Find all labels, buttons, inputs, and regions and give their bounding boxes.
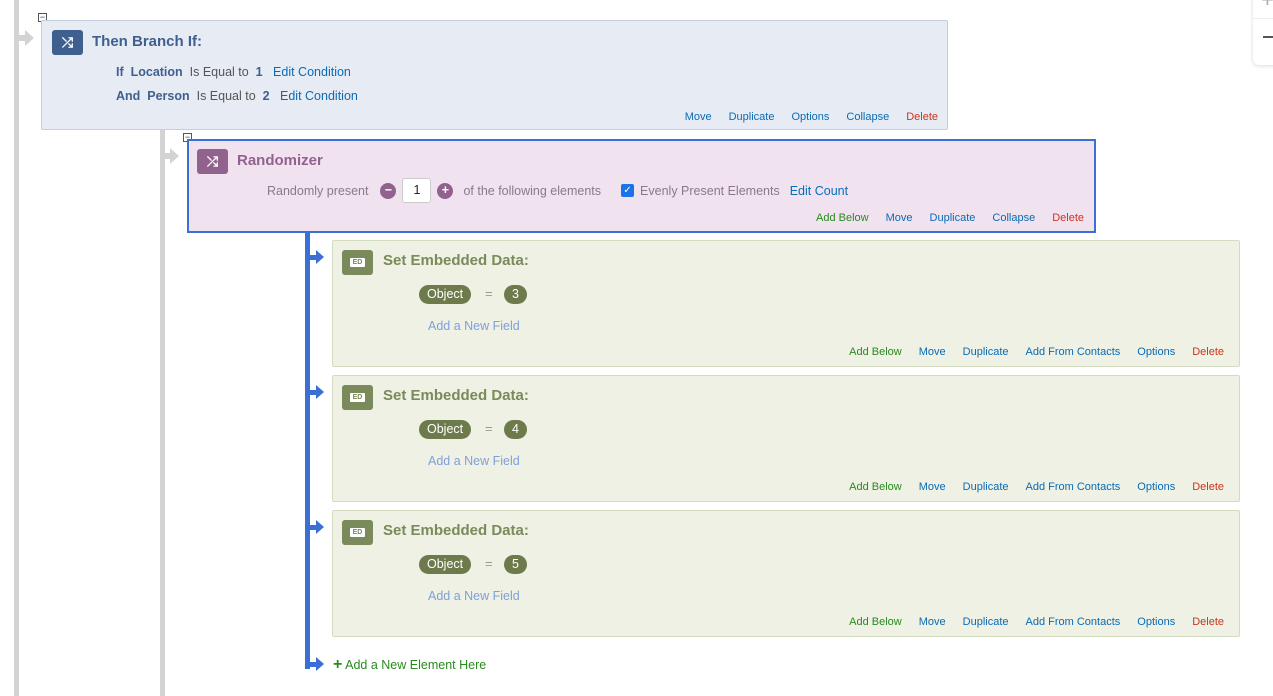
evenly-label: Evenly Present Elements <box>640 183 780 198</box>
field-value-pill[interactable]: 5 <box>504 555 527 574</box>
delete-button[interactable]: Delete <box>1192 481 1224 493</box>
condition-op: Is Equal to <box>189 65 249 79</box>
edit-condition-link[interactable]: Edit Condition <box>273 65 351 79</box>
branch-title: Then Branch If: <box>92 33 203 50</box>
embedded-data-title: Set Embedded Data: <box>383 522 529 539</box>
field-name-pill[interactable]: Object <box>419 555 472 574</box>
add-from-contacts-button[interactable]: Add From Contacts <box>1026 616 1121 628</box>
duplicate-button[interactable]: Duplicate <box>930 212 976 224</box>
randomizer-settings: Randomly present − 1 + of the following … <box>267 178 848 203</box>
duplicate-button[interactable]: Duplicate <box>963 481 1009 493</box>
delete-button[interactable]: Delete <box>1192 346 1224 358</box>
collapse-button[interactable]: Collapse <box>992 212 1035 224</box>
embedded-data-title: Set Embedded Data: <box>383 252 529 269</box>
randomizer-block: ⤮ Randomizer Randomly present − 1 + of t… <box>187 139 1096 233</box>
zoom-divider <box>1253 18 1273 19</box>
condition-conj: If <box>116 65 124 79</box>
add-new-element-button[interactable]: + Add a New Element Here <box>333 656 486 674</box>
condition-row: And Person Is Equal to 2 Edit Condition <box>116 89 358 103</box>
randomizer-title: Randomizer <box>237 152 323 169</box>
equals-sign: = <box>485 556 493 571</box>
add-new-field-link[interactable]: Add a New Field <box>428 319 520 333</box>
field-name-pill[interactable]: Object <box>419 420 472 439</box>
branch-block: ⤮ Then Branch If: If Location Is Equal t… <box>41 20 948 130</box>
add-below-button[interactable]: Add Below <box>849 481 902 493</box>
add-below-button[interactable]: Add Below <box>849 346 902 358</box>
add-below-button[interactable]: Add Below <box>816 212 869 224</box>
add-below-button[interactable]: Add Below <box>849 616 902 628</box>
field-name-pill[interactable]: Object <box>419 285 472 304</box>
decrement-icon[interactable]: − <box>380 182 397 199</box>
delete-button[interactable]: Delete <box>1192 616 1224 628</box>
field-value-pill[interactable]: 3 <box>504 285 527 304</box>
branch-flow-arrow-icon <box>170 148 179 164</box>
field-value-pill[interactable]: 4 <box>504 420 527 439</box>
zoom-controls: + <box>1253 0 1273 65</box>
add-new-field-link[interactable]: Add a New Field <box>428 589 520 603</box>
flow-arrow-icon <box>316 250 324 264</box>
increment-icon[interactable]: + <box>437 182 454 199</box>
embedded-data-icon: ED <box>342 520 373 545</box>
duplicate-button[interactable]: Duplicate <box>963 346 1009 358</box>
equals-sign: = <box>485 286 493 301</box>
condition-row: If Location Is Equal to 1 Edit Condition <box>116 65 351 79</box>
randomizer-shuffle-icon: ⤮ <box>197 149 228 174</box>
flow-arrow-icon <box>316 520 324 534</box>
move-button[interactable]: Move <box>685 111 712 123</box>
options-button[interactable]: Options <box>1137 616 1175 628</box>
edit-condition-link[interactable]: Edit Condition <box>280 89 358 103</box>
add-new-field-link[interactable]: Add a New Field <box>428 454 520 468</box>
flow-arrow-icon <box>316 385 324 399</box>
condition-op: Is Equal to <box>196 89 256 103</box>
condition-conj: And <box>116 89 141 103</box>
embedded-data-actions: Add Below Move Duplicate Add From Contac… <box>849 616 1224 628</box>
move-button[interactable]: Move <box>919 481 946 493</box>
embedded-data-title: Set Embedded Data: <box>383 387 529 404</box>
embedded-data-icon: ED <box>342 385 373 410</box>
delete-button[interactable]: Delete <box>1052 212 1084 224</box>
add-from-contacts-button[interactable]: Add From Contacts <box>1026 481 1121 493</box>
collapse-button[interactable]: Collapse <box>846 111 889 123</box>
following-elements-label: of the following elements <box>463 183 602 198</box>
delete-button[interactable]: Delete <box>906 111 938 123</box>
edit-count-link[interactable]: Edit Count <box>790 184 848 198</box>
randomizer-actions: Add Below Move Duplicate Collapse Delete <box>816 212 1084 224</box>
embedded-data-block: ED Set Embedded Data: Object = 5 Add a N… <box>332 510 1240 637</box>
duplicate-button[interactable]: Duplicate <box>963 616 1009 628</box>
plus-icon: + <box>333 656 343 673</box>
count-input[interactable]: 1 <box>402 178 432 203</box>
condition-field: Person <box>147 89 190 103</box>
condition-field: Location <box>130 65 183 79</box>
embedded-data-block: ED Set Embedded Data: Object = 4 Add a N… <box>332 375 1240 502</box>
branch-flow-line <box>160 130 165 696</box>
flow-line <box>14 0 19 696</box>
add-new-element-label: Add a New Element Here <box>345 658 487 672</box>
add-from-contacts-button[interactable]: Add From Contacts <box>1026 346 1121 358</box>
options-button[interactable]: Options <box>1137 481 1175 493</box>
condition-value: 2 <box>262 89 270 103</box>
move-button[interactable]: Move <box>886 212 913 224</box>
embedded-data-block: ED Set Embedded Data: Object = 3 Add a N… <box>332 240 1240 367</box>
zoom-in-icon[interactable]: + <box>1261 0 1273 11</box>
evenly-checkbox[interactable]: ✓ <box>621 184 635 197</box>
randomly-present-label: Randomly present <box>267 183 369 198</box>
flow-arrow-icon <box>25 30 34 46</box>
options-button[interactable]: Options <box>1137 346 1175 358</box>
branch-shuffle-icon: ⤮ <box>52 30 83 55</box>
zoom-out-icon[interactable] <box>1263 36 1273 38</box>
equals-sign: = <box>485 421 493 436</box>
embedded-data-actions: Add Below Move Duplicate Add From Contac… <box>849 481 1224 493</box>
branch-actions: Move Duplicate Options Collapse Delete <box>685 111 938 123</box>
flow-arrow-icon <box>316 657 324 671</box>
embedded-data-icon: ED <box>342 250 373 275</box>
options-button[interactable]: Options <box>791 111 829 123</box>
duplicate-button[interactable]: Duplicate <box>729 111 775 123</box>
embedded-data-actions: Add Below Move Duplicate Add From Contac… <box>849 346 1224 358</box>
move-button[interactable]: Move <box>919 346 946 358</box>
move-button[interactable]: Move <box>919 616 946 628</box>
condition-value: 1 <box>255 65 263 79</box>
randomizer-flow-line <box>305 233 310 669</box>
